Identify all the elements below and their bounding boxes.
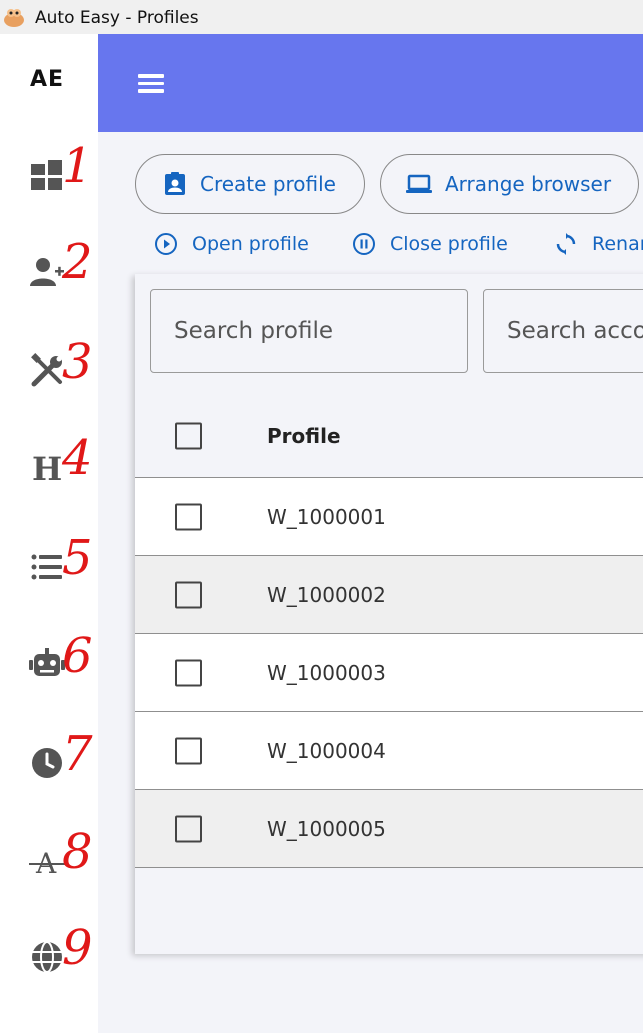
select-all-checkbox[interactable] bbox=[175, 422, 202, 449]
tools-icon bbox=[31, 353, 62, 387]
profile-badge-icon bbox=[165, 172, 185, 195]
profiles-table: Profile W_1000001 W_1000002 W_1000003 W_… bbox=[135, 394, 643, 868]
annotation-number: 6 bbox=[62, 628, 93, 684]
hamburger-menu-button[interactable] bbox=[138, 70, 172, 100]
sidebar-item-robot[interactable]: 6 bbox=[0, 628, 98, 698]
annotation-number: 7 bbox=[62, 726, 93, 782]
arrange-browser-button[interactable]: Arrange browser bbox=[380, 154, 639, 214]
column-header-profile: Profile bbox=[267, 423, 341, 448]
annotation-number: 4 bbox=[62, 430, 93, 486]
table-row[interactable]: W_1000005 bbox=[135, 790, 643, 868]
sidebar: AE 1 2 3 H 4 5 6 7 A 8 9 bbox=[0, 34, 98, 1033]
annotation-number: 3 bbox=[62, 334, 93, 390]
search-account-box[interactable] bbox=[483, 289, 643, 373]
globe-icon bbox=[32, 941, 62, 973]
main-content: Create profile Arrange browser Open prof… bbox=[98, 132, 643, 1033]
open-profile-button[interactable]: Open profile bbox=[154, 229, 309, 259]
annotation-number: 8 bbox=[62, 824, 93, 880]
list-icon bbox=[31, 554, 62, 580]
clock-icon bbox=[32, 748, 62, 778]
strikethrough-icon: A bbox=[29, 847, 65, 880]
row-checkbox[interactable] bbox=[175, 659, 202, 686]
table-row[interactable]: W_1000004 bbox=[135, 712, 643, 790]
pause-circle-icon bbox=[353, 233, 375, 255]
window-titlebar: Auto Easy - Profiles bbox=[0, 0, 643, 34]
sidebar-item-add-user[interactable]: 2 bbox=[0, 234, 98, 304]
add-user-icon bbox=[30, 258, 64, 286]
close-profile-label: Close profile bbox=[390, 233, 508, 255]
annotation-number: 2 bbox=[62, 234, 93, 290]
profile-name: W_1000001 bbox=[267, 504, 386, 529]
annotation-number: 5 bbox=[62, 530, 93, 586]
profile-name: W_1000003 bbox=[267, 660, 386, 685]
annotation-number: 9 bbox=[62, 920, 93, 976]
sidebar-item-globe[interactable]: 9 bbox=[0, 920, 98, 990]
create-profile-button[interactable]: Create profile bbox=[135, 154, 365, 214]
laptop-icon bbox=[406, 174, 432, 193]
profile-name: W_1000002 bbox=[267, 582, 386, 607]
top-app-bar bbox=[98, 34, 643, 132]
table-header-row: Profile bbox=[135, 394, 643, 478]
row-checkbox[interactable] bbox=[175, 581, 202, 608]
row-checkbox[interactable] bbox=[175, 503, 202, 530]
sidebar-item-list[interactable]: 5 bbox=[0, 530, 98, 600]
table-row[interactable]: W_1000003 bbox=[135, 634, 643, 712]
search-account-input[interactable] bbox=[484, 290, 643, 372]
search-profile-input[interactable] bbox=[151, 290, 467, 372]
row-checkbox[interactable] bbox=[175, 737, 202, 764]
robot-icon bbox=[29, 648, 65, 676]
sidebar-item-tools[interactable]: 3 bbox=[0, 334, 98, 404]
open-profile-label: Open profile bbox=[192, 233, 309, 255]
play-circle-icon bbox=[155, 233, 177, 255]
table-row[interactable]: W_1000001 bbox=[135, 478, 643, 556]
rename-label: Renam bbox=[592, 233, 643, 255]
sidebar-item-clock[interactable]: 7 bbox=[0, 726, 98, 796]
row-checkbox[interactable] bbox=[175, 815, 202, 842]
table-row[interactable]: W_1000002 bbox=[135, 556, 643, 634]
annotation-number: 1 bbox=[62, 138, 93, 194]
close-profile-button[interactable]: Close profile bbox=[352, 229, 508, 259]
profile-name: W_1000004 bbox=[267, 738, 386, 763]
create-profile-label: Create profile bbox=[200, 172, 336, 196]
hamburger-icon bbox=[138, 74, 164, 78]
sync-icon bbox=[556, 233, 576, 255]
sidebar-item-heading[interactable]: H 4 bbox=[0, 430, 98, 500]
dashboard-icon bbox=[31, 160, 62, 190]
search-profile-box[interactable] bbox=[150, 289, 468, 373]
rename-button[interactable]: Renam bbox=[554, 229, 643, 259]
app-logo-icon bbox=[4, 9, 24, 27]
window-title: Auto Easy - Profiles bbox=[35, 8, 199, 28]
sidebar-item-dashboard[interactable]: 1 bbox=[0, 138, 98, 208]
heading-icon: H bbox=[32, 450, 62, 486]
profiles-table-card: Profile W_1000001 W_1000002 W_1000003 W_… bbox=[135, 274, 643, 954]
app-logo-text: AE bbox=[30, 67, 65, 92]
arrange-browser-label: Arrange browser bbox=[445, 172, 612, 196]
profile-name: W_1000005 bbox=[267, 816, 386, 841]
sidebar-item-strikethrough[interactable]: A 8 bbox=[0, 824, 98, 894]
svg-text:H: H bbox=[32, 450, 62, 486]
